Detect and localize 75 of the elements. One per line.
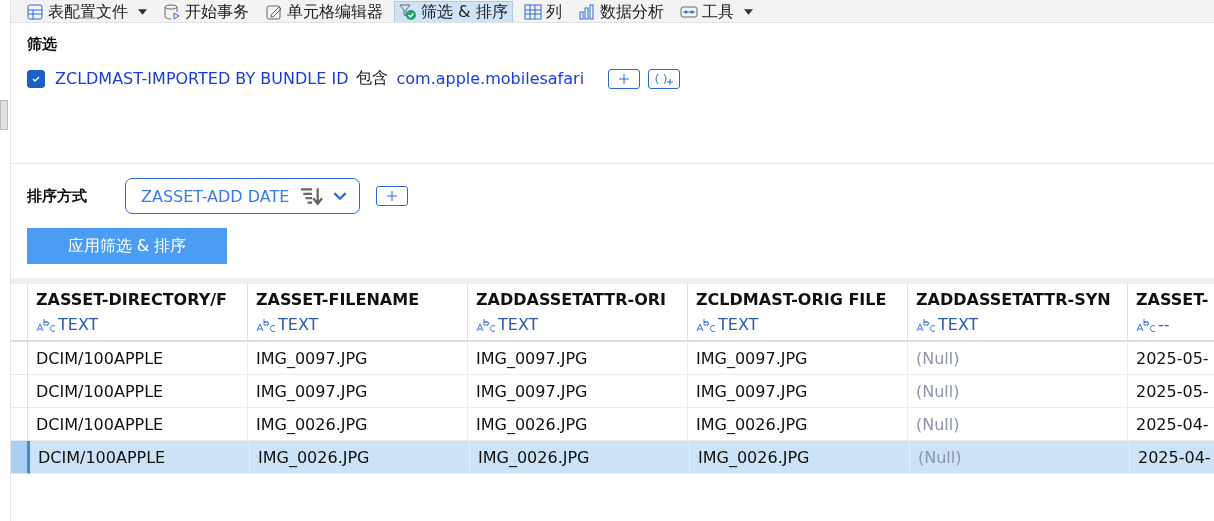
table-cell: (Null) — [908, 375, 1128, 408]
column-header[interactable]: ZASSET-FILENAME TEXT — [248, 284, 468, 342]
checkbox[interactable] — [27, 69, 45, 88]
table-cell: 2025-05- — [1128, 375, 1214, 408]
text-type-icon — [256, 317, 276, 332]
text-type-icon — [916, 317, 936, 332]
table-cell: (Null) — [910, 441, 1130, 474]
table-cell: IMG_0026.JPG — [250, 441, 470, 474]
toolbar-button[interactable]: 表配置文件 — [21, 1, 152, 22]
table-cell: IMG_0097.JPG — [248, 375, 468, 408]
table-cell: 2025-04- — [1130, 441, 1214, 474]
column-name: ZADDASSETATTR-ORI — [476, 290, 668, 309]
column-name: ZADDASSETATTR-SYN — [916, 290, 1112, 309]
sliders-icon — [679, 3, 698, 21]
column-name: ZASSET- — [1136, 290, 1210, 309]
column-type: TEXT — [938, 315, 979, 334]
column-type: -- — [1158, 315, 1170, 334]
table-cell: IMG_0097.JPG — [688, 375, 908, 408]
sort-field-dropdown[interactable]: ZASSET-ADD DATE — [125, 178, 361, 214]
filter-operator[interactable]: 包含 — [356, 68, 389, 89]
filter-field[interactable]: ZCLDMAST-IMPORTED BY BUNDLE ID — [55, 69, 349, 88]
column-type: TEXT — [718, 315, 759, 334]
toolbar-button[interactable]: 数据分析 — [572, 1, 669, 22]
grid-icon — [523, 3, 542, 21]
column-type: TEXT — [58, 315, 99, 334]
sort-descending-icon — [299, 186, 324, 206]
table-cell: DCIM/100APPLE — [30, 441, 250, 474]
database-icon — [163, 3, 181, 21]
filter-icon — [399, 3, 417, 21]
toolbar-button[interactable]: 列 — [518, 1, 567, 22]
table-row[interactable]: DCIM/100APPLE IMG_0097.JPG IMG_0097.JPG IMG_0097.JPG (Null) 2025-05- — [11, 375, 1214, 408]
table-cell: IMG_0026.JPG — [470, 441, 690, 474]
text-type-icon — [696, 317, 716, 332]
toolbar-button[interactable]: 开始事务 — [158, 1, 254, 22]
column-type: TEXT — [278, 315, 319, 334]
text-type-icon — [1136, 317, 1156, 332]
plus-icon — [618, 72, 631, 85]
toolbar-button[interactable]: 工具 — [674, 1, 758, 22]
section-title: 排序方式 — [27, 186, 88, 206]
table-cell: IMG_0097.JPG — [468, 342, 688, 375]
table-cell: DCIM/100APPLE — [28, 342, 248, 375]
add-group-icon — [653, 71, 676, 86]
table-cell: IMG_0026.JPG — [690, 441, 910, 474]
toolbar-button[interactable]: 单元格编辑器 — [260, 1, 388, 22]
pencil-icon — [265, 3, 283, 21]
section-title: 筛选 — [27, 35, 58, 54]
column-header[interactable]: ZASSET-DIRECTORY/F TEXT — [28, 284, 248, 342]
column-name: ZASSET-DIRECTORY/F — [36, 290, 228, 309]
toolbar-button[interactable]: 筛选 & 排序 — [394, 1, 513, 22]
table-cell: IMG_0097.JPG — [248, 342, 468, 375]
table-cell: 2025-05- — [1128, 342, 1214, 375]
bar-chart-icon — [577, 3, 596, 21]
table-cell: IMG_0097.JPG — [688, 342, 908, 375]
table-cell: (Null) — [908, 342, 1128, 375]
column-header[interactable]: ZADDASSETATTR-SYN TEXT — [908, 284, 1128, 342]
column-name: ZASSET-FILENAME — [256, 290, 421, 309]
add-group-button[interactable] — [648, 68, 681, 89]
table-row[interactable]: DCIM/100APPLE IMG_0097.JPG IMG_0097.JPG IMG_0097.JPG (Null) 2025-05- — [11, 342, 1214, 375]
chevron-down-icon — [333, 191, 348, 201]
column-header[interactable]: ZASSET- -- — [1128, 284, 1214, 342]
column-type: TEXT — [498, 315, 539, 334]
table-cell: DCIM/100APPLE — [28, 375, 248, 408]
column-header[interactable]: ZCLDMAST-ORIG FILE TEXT — [688, 284, 908, 342]
column-name: ZCLDMAST-ORIG FILE — [696, 290, 888, 309]
row-header[interactable] — [11, 441, 30, 474]
table-icon — [26, 3, 44, 21]
table-cell: IMG_0097.JPG — [468, 375, 688, 408]
add-button[interactable] — [608, 68, 641, 89]
plus-icon — [386, 190, 399, 202]
add-button[interactable] — [376, 186, 409, 206]
column-header[interactable]: ZADDASSETATTR-ORI TEXT — [468, 284, 688, 342]
text-type-icon — [36, 317, 56, 332]
table-row[interactable]: DCIM/100APPLE IMG_0026.JPG IMG_0026.JPG IMG_0026.JPG (Null) 2025-04- — [11, 441, 1214, 474]
filter-value[interactable]: com.apple.mobilesafari — [396, 69, 585, 88]
text-type-icon — [476, 317, 496, 332]
